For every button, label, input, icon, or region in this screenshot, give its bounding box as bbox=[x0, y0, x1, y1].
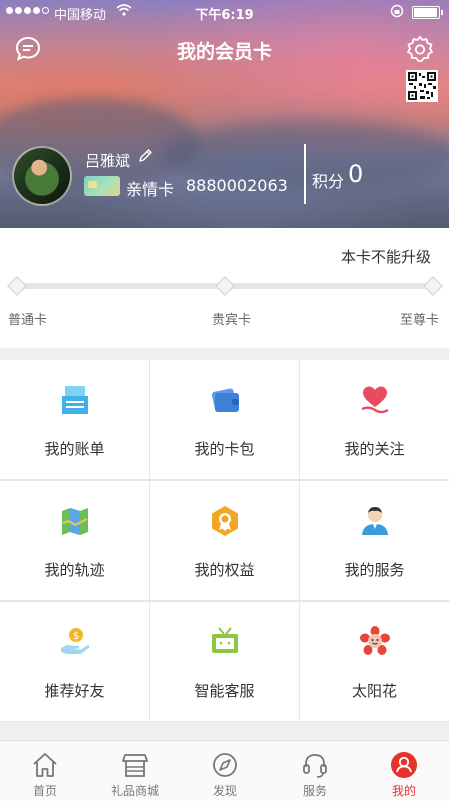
svg-text:$: $ bbox=[72, 631, 78, 642]
store-icon bbox=[122, 754, 148, 777]
wallet-icon bbox=[211, 388, 239, 412]
grid-item-label: 我的卡包 bbox=[194, 440, 255, 458]
tab-mine[interactable]: 我的 bbox=[359, 741, 449, 801]
bill-icon bbox=[61, 386, 88, 414]
grid-item-label: 太阳花 bbox=[351, 682, 397, 700]
grid-item-sunflower[interactable]: 太阳花 bbox=[300, 602, 449, 721]
tab-label: 礼品商城 bbox=[110, 784, 159, 798]
pencil-edit-icon[interactable] bbox=[137, 148, 153, 164]
map-icon bbox=[61, 508, 88, 535]
tab-discover[interactable]: 发现 bbox=[180, 741, 270, 801]
status-bar: 中国移动 下午6:19 bbox=[0, 0, 449, 24]
sunflower-icon bbox=[359, 626, 390, 655]
grid-item-label: 智能客服 bbox=[194, 682, 255, 700]
member-card-icon bbox=[84, 176, 120, 196]
person-service-icon bbox=[361, 507, 388, 535]
hand-coin-icon: $ bbox=[60, 628, 89, 654]
level-marker-diamond-icon bbox=[423, 276, 443, 296]
points-label: 积分 bbox=[312, 172, 345, 191]
battery-icon bbox=[412, 6, 443, 19]
tab-label: 首页 bbox=[32, 784, 57, 798]
avatar[interactable] bbox=[12, 146, 72, 206]
grid-item-label: 我的关注 bbox=[344, 440, 405, 458]
battery-fill bbox=[414, 8, 437, 17]
tab-home[interactable]: 首页 bbox=[0, 741, 90, 801]
tab-services[interactable]: 服务 bbox=[270, 741, 360, 801]
grid-item-card-wallet[interactable]: 我的卡包 bbox=[150, 360, 299, 479]
upgrade-note: 本卡不能升级 bbox=[340, 248, 431, 266]
points-value[interactable]: 0 bbox=[348, 160, 363, 188]
section-divider bbox=[0, 348, 449, 360]
member-card-header: 中国移动 下午6:19 我的会员卡 吕雅斌 亲情卡 8880002063 积分 … bbox=[0, 0, 449, 228]
tab-gift-mall[interactable]: 礼品商城 bbox=[90, 741, 180, 801]
grid-item-track[interactable]: 我的轨迹 bbox=[0, 481, 149, 600]
home-icon bbox=[33, 753, 57, 777]
grid-item-benefits[interactable]: 我的权益 bbox=[150, 481, 299, 600]
grid-item-favorites[interactable]: 我的关注 bbox=[300, 360, 449, 479]
level-marker-diamond-icon bbox=[215, 276, 235, 296]
level-label-supreme: 至尊卡 bbox=[400, 313, 440, 328]
award-badge-icon bbox=[211, 506, 238, 536]
rotation-lock-icon bbox=[390, 4, 404, 22]
tab-label: 发现 bbox=[212, 784, 237, 798]
card-number: 8880002063 bbox=[186, 176, 288, 195]
tv-icon bbox=[211, 627, 238, 653]
grid-item-refer-friend[interactable]: $ 推荐好友 bbox=[0, 602, 149, 721]
heart-icon bbox=[361, 386, 389, 414]
grid-item-bill[interactable]: 我的账单 bbox=[0, 360, 149, 479]
profile-icon bbox=[391, 752, 417, 778]
grid-item-smart-support[interactable]: 智能客服 bbox=[150, 602, 299, 721]
member-name: 吕雅斌 bbox=[85, 152, 131, 170]
card-type: 亲情卡 bbox=[126, 180, 175, 199]
qr-code-icon[interactable] bbox=[406, 70, 438, 102]
grid-item-label: 推荐好友 bbox=[44, 682, 105, 700]
grid-item-label: 我的服务 bbox=[344, 561, 405, 579]
tab-label: 服务 bbox=[302, 784, 327, 798]
level-label-vip: 贵宾卡 bbox=[212, 313, 252, 328]
grid-item-services[interactable]: 我的服务 bbox=[300, 481, 449, 600]
bottom-tab-bar: 首页 礼品商城 发现 服务 我的 bbox=[0, 740, 449, 801]
page-title: 我的会员卡 bbox=[176, 41, 272, 63]
grid-item-label: 我的账单 bbox=[44, 440, 105, 458]
header-divider bbox=[304, 144, 306, 204]
compass-icon bbox=[213, 753, 237, 777]
section-divider bbox=[0, 722, 449, 740]
gear-icon[interactable] bbox=[406, 35, 434, 63]
headset-icon bbox=[303, 754, 327, 778]
tab-label: 我的 bbox=[391, 784, 416, 798]
grid-item-label: 我的权益 bbox=[194, 561, 255, 579]
level-marker-diamond-icon bbox=[7, 276, 27, 296]
status-time: 下午6:19 bbox=[195, 8, 254, 23]
grid-item-label: 我的轨迹 bbox=[44, 561, 105, 579]
feature-grid: 我的账单 我的卡包 我的关注 我的轨迹 我的权益 我的服务 $ 推荐好友 智能客… bbox=[0, 360, 449, 722]
level-label-basic: 普通卡 bbox=[8, 313, 48, 328]
